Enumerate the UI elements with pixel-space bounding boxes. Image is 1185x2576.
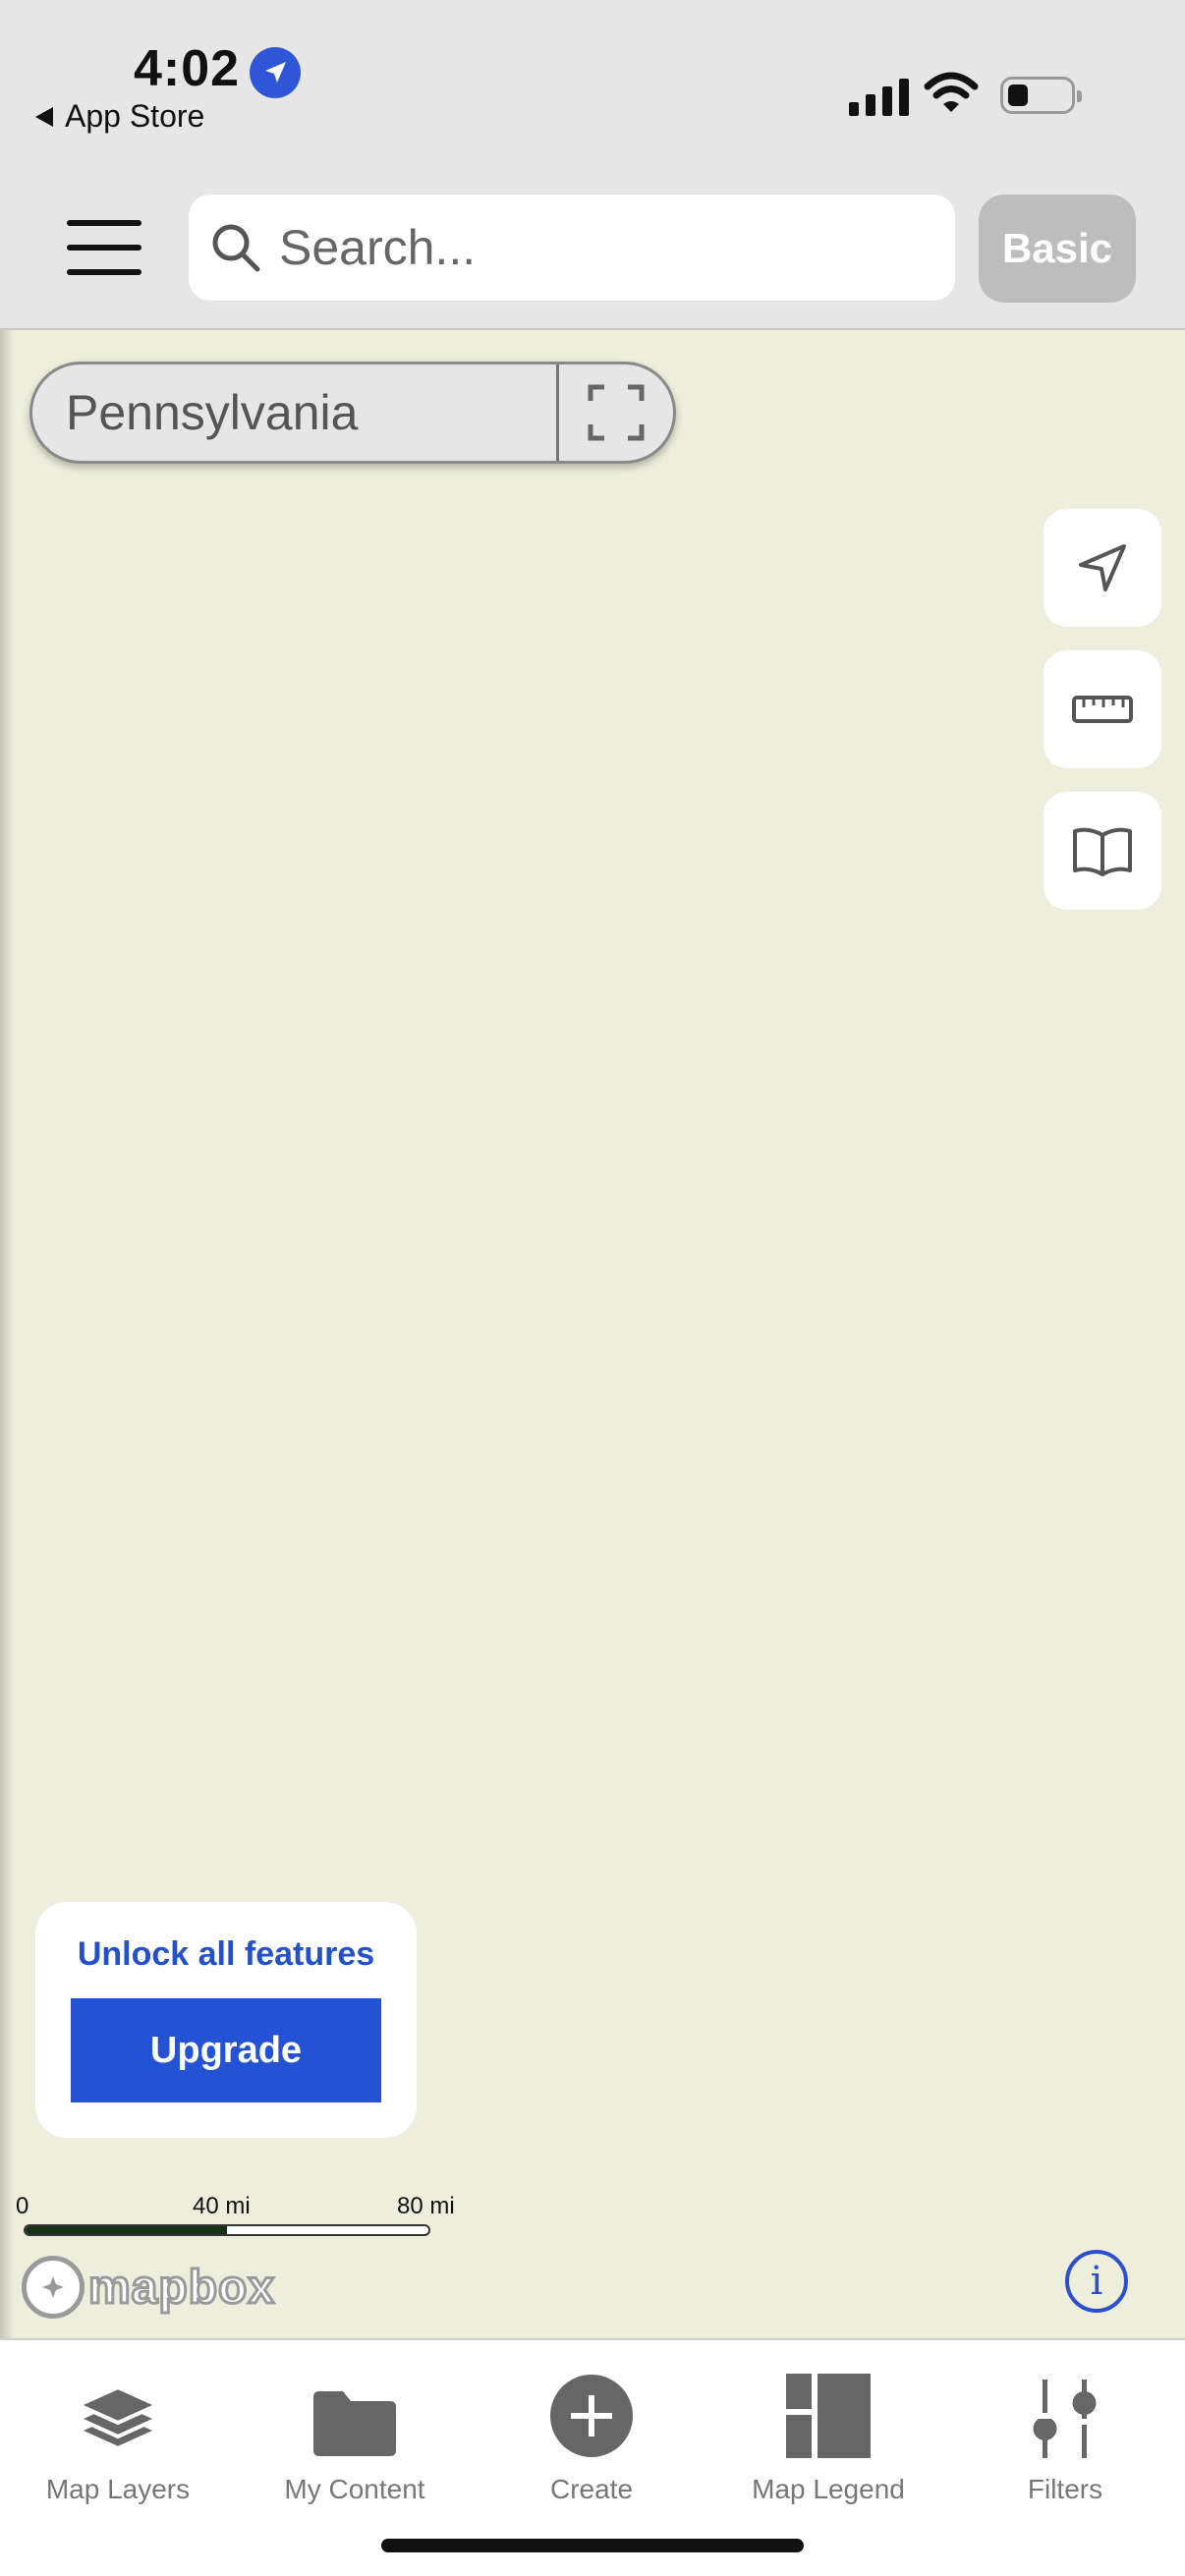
- mapbox-wordmark: mapbox: [86, 2260, 276, 2315]
- nav-create[interactable]: Create: [474, 2340, 709, 2537]
- scale-bar-fill: [26, 2226, 227, 2234]
- measure-button[interactable]: [1044, 650, 1161, 768]
- upgrade-card: Unlock all features Upgrade: [35, 1902, 417, 2138]
- back-label: App Store: [65, 98, 205, 134]
- plan-basic-button[interactable]: Basic: [979, 195, 1136, 303]
- scale-label-40: 40 mi: [193, 2193, 251, 2219]
- book-icon: [1073, 827, 1132, 876]
- plus-circle-icon: [550, 2375, 633, 2457]
- search-input[interactable]: [279, 219, 908, 276]
- folder-icon: [313, 2391, 396, 2456]
- back-to-app-store[interactable]: App Store: [35, 98, 204, 135]
- scale-label-0: 0: [16, 2193, 29, 2219]
- wifi-icon: [924, 71, 979, 119]
- menu-icon[interactable]: [67, 220, 141, 275]
- nav-map-layers[interactable]: Map Layers: [0, 2340, 236, 2537]
- back-triangle-icon: [35, 106, 53, 127]
- nav-map-legend[interactable]: Map Legend: [710, 2340, 946, 2537]
- locate-button[interactable]: [1044, 509, 1161, 627]
- scale-label-80: 80 mi: [397, 2193, 455, 2219]
- location-active-icon: [250, 47, 301, 98]
- nav-label: Filters: [1027, 2474, 1103, 2504]
- guide-button[interactable]: [1044, 792, 1161, 910]
- region-selector[interactable]: Pennsylvania: [29, 362, 676, 464]
- cellular-signal-icon: [849, 77, 909, 116]
- sliders-icon: [1033, 2380, 1097, 2458]
- info-button[interactable]: i: [1065, 2250, 1128, 2313]
- search-icon: [212, 224, 260, 272]
- legend-icon: [786, 2374, 871, 2458]
- fullscreen-icon[interactable]: [559, 364, 673, 461]
- layers-icon: [74, 2384, 162, 2451]
- nav-label: Map Legend: [752, 2474, 905, 2504]
- nav-my-content[interactable]: My Content: [237, 2340, 473, 2537]
- battery-icon: [1000, 77, 1082, 114]
- home-indicator[interactable]: [381, 2539, 804, 2552]
- nav-label: Map Layers: [45, 2474, 191, 2504]
- unlock-features-text: Unlock all features: [77, 1935, 375, 1973]
- status-time: 4:02: [134, 40, 241, 97]
- mapbox-mark-icon: [22, 2256, 85, 2319]
- region-name: Pennsylvania: [66, 385, 359, 440]
- mapbox-logo[interactable]: mapbox: [22, 2256, 276, 2319]
- nav-filters[interactable]: Filters: [947, 2340, 1183, 2537]
- ruler-icon: [1072, 696, 1133, 723]
- nav-label: Create: [549, 2474, 634, 2504]
- top-bar: 4:02 App Store Basic: [0, 0, 1185, 330]
- scale-bar: [24, 2224, 430, 2236]
- locate-icon: [1079, 544, 1126, 591]
- upgrade-button[interactable]: Upgrade: [71, 1998, 381, 2102]
- map-edge-shadow: [0, 330, 14, 2338]
- nav-label: My Content: [284, 2474, 425, 2504]
- search-field[interactable]: [189, 195, 955, 301]
